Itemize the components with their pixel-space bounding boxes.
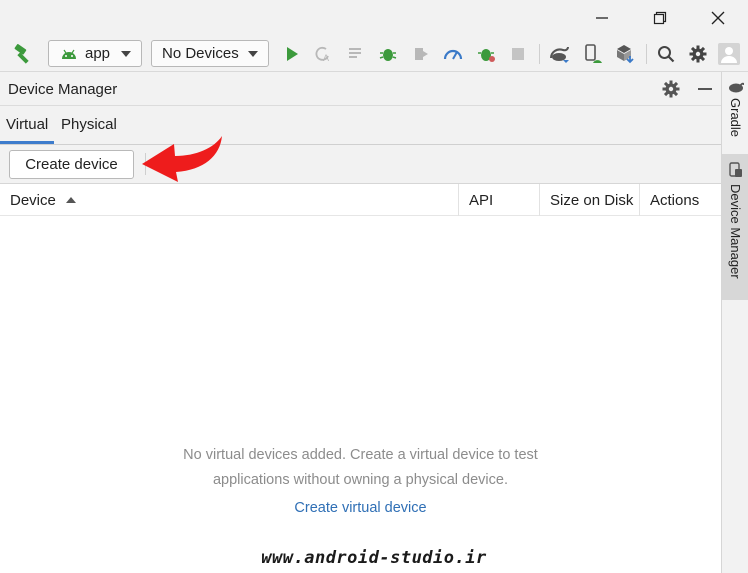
column-header-actions[interactable]: Actions xyxy=(639,184,721,216)
device-manager-panel: Device Manager Virtual Physical Create d… xyxy=(0,72,721,573)
column-header-size[interactable]: Size on Disk xyxy=(539,184,639,216)
account-button[interactable] xyxy=(718,43,740,65)
stop-button[interactable] xyxy=(506,42,530,66)
column-header-api[interactable]: API xyxy=(458,184,539,216)
empty-state-message-line1: No virtual devices added. Create a virtu… xyxy=(183,447,538,463)
hammer-icon xyxy=(14,44,29,64)
gear-icon xyxy=(662,80,680,98)
profiler-gauge-icon xyxy=(443,49,463,60)
device-selector-label: No Devices xyxy=(162,45,239,62)
debug-button[interactable] xyxy=(376,42,400,66)
restore-icon xyxy=(653,11,667,25)
panel-title: Device Manager xyxy=(8,81,118,98)
minimize-icon xyxy=(596,17,608,19)
device-selector[interactable]: No Devices xyxy=(151,40,269,67)
search-icon xyxy=(658,46,675,63)
window-title-bar xyxy=(0,0,748,36)
empty-state-message-line2: applications without owning a physical d… xyxy=(212,472,508,488)
column-header-size-label: Size on Disk xyxy=(550,191,634,209)
run-configuration-label: app xyxy=(85,45,111,62)
android-icon xyxy=(62,49,76,59)
device-tabs: Virtual Physical xyxy=(0,106,721,145)
column-header-actions-label: Actions xyxy=(650,191,700,209)
column-header-device[interactable]: Device xyxy=(0,184,458,216)
active-tab-indicator xyxy=(0,141,54,144)
build-button[interactable] xyxy=(11,42,35,66)
main-toolbar: app No Devices A xyxy=(0,36,748,72)
device-table-header: Device API Size on Disk Actions xyxy=(0,184,721,216)
gradle-tool-label: Gradle xyxy=(728,98,743,138)
attach-debugger-icon xyxy=(415,48,428,60)
debug-all-button[interactable] xyxy=(475,42,499,66)
restore-button[interactable] xyxy=(640,0,680,36)
bug-icon xyxy=(379,49,397,61)
play-icon xyxy=(287,47,298,61)
device-manager-tool-label: Device Manager xyxy=(728,184,743,279)
close-button[interactable] xyxy=(698,0,738,36)
apply-code-icon xyxy=(349,48,361,58)
run-configuration-selector[interactable]: app xyxy=(48,40,142,67)
minimize-button[interactable] xyxy=(582,0,622,36)
panel-options-button[interactable] xyxy=(662,80,680,101)
sdk-box-download-icon xyxy=(617,45,634,64)
watermark-text: www.android-studio.ir xyxy=(261,548,487,568)
device-manager-button[interactable] xyxy=(581,42,605,66)
toolbar-separator xyxy=(539,44,540,64)
red-callout-arrow xyxy=(142,136,222,182)
gear-icon xyxy=(689,45,707,63)
gradle-tool-tab[interactable]: Gradle xyxy=(722,80,748,148)
settings-button[interactable] xyxy=(686,42,710,66)
sort-ascending-icon xyxy=(65,197,76,203)
sdk-manager-button[interactable] xyxy=(613,42,637,66)
column-header-api-label: API xyxy=(469,191,494,209)
svg-text:A: A xyxy=(323,53,329,63)
device-action-bar: Create device xyxy=(0,145,721,184)
minimize-icon xyxy=(698,88,712,90)
apply-changes-restart-button[interactable]: A xyxy=(311,42,335,66)
device-manager-tool-tab[interactable]: Device Manager xyxy=(722,154,748,300)
chevron-down-icon xyxy=(248,51,258,57)
hide-panel-button[interactable] xyxy=(697,80,713,101)
column-header-device-label: Device xyxy=(10,191,56,209)
panel-header: Device Manager xyxy=(0,72,721,106)
close-icon xyxy=(711,11,725,25)
create-virtual-device-link[interactable]: Create virtual device xyxy=(0,500,721,516)
toolbar-separator xyxy=(646,44,647,64)
run-button[interactable] xyxy=(280,42,304,66)
create-device-button[interactable]: Create device xyxy=(9,150,134,179)
chevron-down-icon xyxy=(121,51,131,57)
device-manager-icon xyxy=(728,162,742,177)
sync-gradle-button[interactable] xyxy=(548,42,572,66)
gradle-sync-icon xyxy=(550,46,569,63)
search-button[interactable] xyxy=(654,42,678,66)
apply-code-changes-button[interactable] xyxy=(344,42,368,66)
apply-changes-icon: A xyxy=(315,46,329,63)
right-tool-window-strip: Gradle Device Manager xyxy=(721,72,748,573)
gradle-elephant-icon xyxy=(728,82,744,93)
profile-button[interactable] xyxy=(441,42,465,66)
tab-physical[interactable]: Physical xyxy=(61,116,117,133)
stop-icon xyxy=(512,48,524,60)
attach-debugger-button[interactable] xyxy=(409,42,433,66)
phone-android-icon xyxy=(585,44,602,63)
user-avatar-icon xyxy=(721,47,737,63)
tab-virtual[interactable]: Virtual xyxy=(6,116,48,133)
bug-refresh-icon xyxy=(478,49,495,62)
